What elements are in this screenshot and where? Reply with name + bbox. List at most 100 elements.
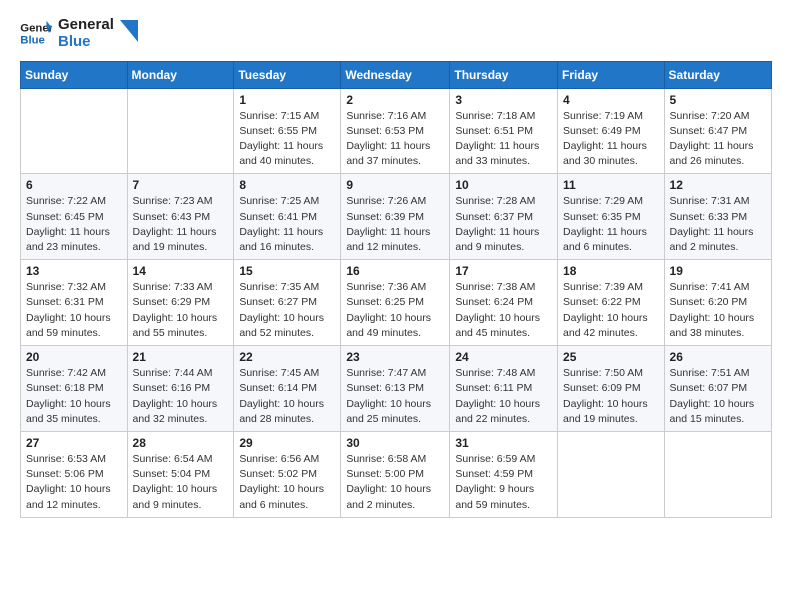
calendar-cell: 12 Sunrise: 7:31 AMSunset: 6:33 PMDayligh… (664, 174, 771, 260)
calendar-cell: 22 Sunrise: 7:45 AMSunset: 6:14 PMDayligh… (234, 346, 341, 432)
calendar-cell (21, 88, 128, 174)
calendar-week-row: 13Sunrise: 7:32 AMSunset: 6:31 PMDayligh… (21, 260, 772, 346)
day-number: 27 (26, 436, 122, 450)
calendar-cell: 21Sunrise: 7:44 AMSunset: 6:16 PMDayligh… (127, 346, 234, 432)
day-info: Sunrise: 7:45 AMSunset: 6:14 PMDaylight:… (239, 366, 335, 427)
weekday-header-thursday: Thursday (450, 61, 558, 88)
calendar-cell: 17 Sunrise: 7:38 AMSunset: 6:24 PMDayligh… (450, 260, 558, 346)
calendar-week-row: 20 Sunrise: 7:42 AMSunset: 6:18 PMDayligh… (21, 346, 772, 432)
calendar-week-row: 1 Sunrise: 7:15 AMSunset: 6:55 PMDaylight… (21, 88, 772, 174)
day-info: Sunrise: 7:50 AMSunset: 6:09 PMDaylight:… (563, 366, 659, 427)
day-number: 5 (670, 93, 766, 107)
day-info: Sunrise: 7:44 AMSunset: 6:16 PMDaylight:… (133, 366, 229, 427)
calendar-cell: 26 Sunrise: 7:51 AMSunset: 6:07 PMDayligh… (664, 346, 771, 432)
calendar-cell: 29 Sunrise: 6:56 AMSunset: 5:02 PMDayligh… (234, 432, 341, 518)
day-info: Sunrise: 7:26 AMSunset: 6:39 PMDaylight:… (346, 194, 444, 255)
day-info: Sunrise: 7:32 AMSunset: 6:31 PMDaylight:… (26, 280, 122, 341)
calendar-cell: 13Sunrise: 7:32 AMSunset: 6:31 PMDayligh… (21, 260, 128, 346)
day-number: 4 (563, 93, 659, 107)
day-number: 28 (133, 436, 229, 450)
day-number: 26 (670, 350, 766, 364)
day-info: Sunrise: 7:23 AMSunset: 6:43 PMDaylight:… (133, 194, 229, 255)
day-info: Sunrise: 7:29 AMSunset: 6:35 PMDaylight:… (563, 194, 659, 255)
day-info: Sunrise: 7:35 AMSunset: 6:27 PMDaylight:… (239, 280, 335, 341)
calendar-cell: 23Sunrise: 7:47 AMSunset: 6:13 PMDayligh… (341, 346, 450, 432)
calendar-cell: 3 Sunrise: 7:18 AMSunset: 6:51 PMDaylight… (450, 88, 558, 174)
calendar-cell: 9 Sunrise: 7:26 AMSunset: 6:39 PMDaylight… (341, 174, 450, 260)
day-info: Sunrise: 7:42 AMSunset: 6:18 PMDaylight:… (26, 366, 122, 427)
day-info: Sunrise: 7:28 AMSunset: 6:37 PMDaylight:… (455, 194, 552, 255)
calendar-cell (127, 88, 234, 174)
day-number: 7 (133, 178, 229, 192)
calendar-header: SundayMondayTuesdayWednesdayThursdayFrid… (21, 61, 772, 88)
day-info: Sunrise: 7:18 AMSunset: 6:51 PMDaylight:… (455, 109, 552, 170)
day-info: Sunrise: 7:20 AMSunset: 6:47 PMDaylight:… (670, 109, 766, 170)
calendar-cell: 4Sunrise: 7:19 AMSunset: 6:49 PMDaylight… (558, 88, 665, 174)
day-number: 6 (26, 178, 122, 192)
day-number: 16 (346, 264, 444, 278)
calendar-cell: 10 Sunrise: 7:28 AMSunset: 6:37 PMDayligh… (450, 174, 558, 260)
day-number: 10 (455, 178, 552, 192)
day-number: 22 (239, 350, 335, 364)
calendar-cell: 25 Sunrise: 7:50 AMSunset: 6:09 PMDayligh… (558, 346, 665, 432)
calendar-cell: 15 Sunrise: 7:35 AMSunset: 6:27 PMDayligh… (234, 260, 341, 346)
day-info: Sunrise: 7:48 AMSunset: 6:11 PMDaylight:… (455, 366, 552, 427)
day-number: 25 (563, 350, 659, 364)
weekday-header-monday: Monday (127, 61, 234, 88)
header: General Blue General Blue (20, 16, 772, 51)
day-number: 3 (455, 93, 552, 107)
calendar-cell: 30Sunrise: 6:58 AMSunset: 5:00 PMDayligh… (341, 432, 450, 518)
day-number: 14 (133, 264, 229, 278)
calendar-week-row: 27Sunrise: 6:53 AMSunset: 5:06 PMDayligh… (21, 432, 772, 518)
weekday-header-row: SundayMondayTuesdayWednesdayThursdayFrid… (21, 61, 772, 88)
day-number: 23 (346, 350, 444, 364)
day-info: Sunrise: 7:15 AMSunset: 6:55 PMDaylight:… (239, 109, 335, 170)
day-number: 29 (239, 436, 335, 450)
day-info: Sunrise: 7:22 AMSunset: 6:45 PMDaylight:… (26, 194, 122, 255)
calendar-cell: 19Sunrise: 7:41 AMSunset: 6:20 PMDayligh… (664, 260, 771, 346)
logo: General Blue General Blue (20, 16, 138, 51)
calendar-cell: 7 Sunrise: 7:23 AMSunset: 6:43 PMDaylight… (127, 174, 234, 260)
day-number: 11 (563, 178, 659, 192)
day-info: Sunrise: 7:38 AMSunset: 6:24 PMDaylight:… (455, 280, 552, 341)
day-number: 15 (239, 264, 335, 278)
day-info: Sunrise: 6:56 AMSunset: 5:02 PMDaylight:… (239, 452, 335, 513)
day-info: Sunrise: 7:25 AMSunset: 6:41 PMDaylight:… (239, 194, 335, 255)
calendar-cell: 18 Sunrise: 7:39 AMSunset: 6:22 PMDayligh… (558, 260, 665, 346)
day-number: 18 (563, 264, 659, 278)
calendar-cell: 14 Sunrise: 7:33 AMSunset: 6:29 PMDayligh… (127, 260, 234, 346)
calendar-cell: 24 Sunrise: 7:48 AMSunset: 6:11 PMDayligh… (450, 346, 558, 432)
day-number: 17 (455, 264, 552, 278)
logo-general: General (58, 16, 114, 33)
calendar-week-row: 6 Sunrise: 7:22 AMSunset: 6:45 PMDaylight… (21, 174, 772, 260)
day-number: 9 (346, 178, 444, 192)
calendar-cell: 11 Sunrise: 7:29 AMSunset: 6:35 PMDayligh… (558, 174, 665, 260)
day-info: Sunrise: 6:58 AMSunset: 5:00 PMDaylight:… (346, 452, 444, 513)
logo-triangle-icon (120, 20, 138, 42)
day-number: 24 (455, 350, 552, 364)
day-number: 12 (670, 178, 766, 192)
weekday-header-friday: Friday (558, 61, 665, 88)
calendar-cell: 28Sunrise: 6:54 AMSunset: 5:04 PMDayligh… (127, 432, 234, 518)
day-info: Sunrise: 7:31 AMSunset: 6:33 PMDaylight:… (670, 194, 766, 255)
day-info: Sunrise: 7:36 AMSunset: 6:25 PMDaylight:… (346, 280, 444, 341)
svg-text:Blue: Blue (20, 35, 45, 47)
day-number: 1 (239, 93, 335, 107)
day-number: 8 (239, 178, 335, 192)
calendar-cell: 31 Sunrise: 6:59 AMSunset: 4:59 PMDayligh… (450, 432, 558, 518)
day-number: 31 (455, 436, 552, 450)
day-info: Sunrise: 7:33 AMSunset: 6:29 PMDaylight:… (133, 280, 229, 341)
calendar-cell: 8 Sunrise: 7:25 AMSunset: 6:41 PMDaylight… (234, 174, 341, 260)
calendar-cell: 2Sunrise: 7:16 AMSunset: 6:53 PMDaylight… (341, 88, 450, 174)
day-info: Sunrise: 7:39 AMSunset: 6:22 PMDaylight:… (563, 280, 659, 341)
weekday-header-wednesday: Wednesday (341, 61, 450, 88)
calendar-cell: 27Sunrise: 6:53 AMSunset: 5:06 PMDayligh… (21, 432, 128, 518)
calendar-table: SundayMondayTuesdayWednesdayThursdayFrid… (20, 61, 772, 518)
day-info: Sunrise: 7:51 AMSunset: 6:07 PMDaylight:… (670, 366, 766, 427)
day-number: 20 (26, 350, 122, 364)
day-number: 2 (346, 93, 444, 107)
day-number: 19 (670, 264, 766, 278)
day-info: Sunrise: 6:59 AMSunset: 4:59 PMDaylight:… (455, 452, 552, 513)
calendar-cell (558, 432, 665, 518)
logo-blue: Blue (58, 33, 114, 50)
